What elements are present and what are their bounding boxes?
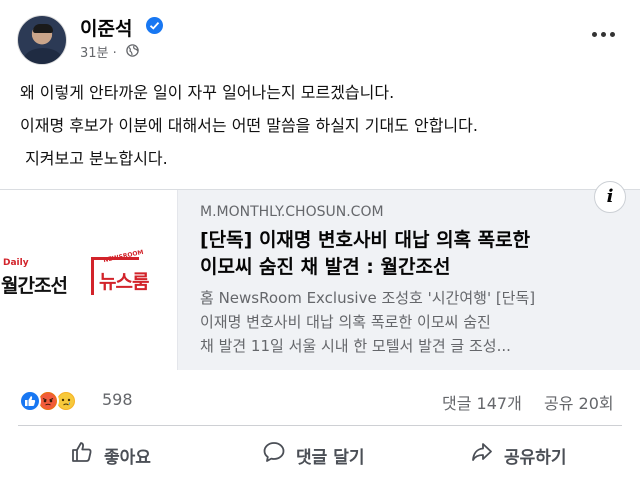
link-desc-line: 이재명 변호사비 대납 의혹 폭로한 이모씨 숨진: [200, 313, 491, 331]
newsroom-text: 뉴스룸: [99, 271, 149, 293]
share-label: 공유하기: [504, 448, 567, 468]
like-button[interactable]: 좋아요: [70, 436, 180, 470]
like-icon: [19, 390, 41, 412]
post-header: 이준석 31분 ·: [0, 0, 640, 70]
link-card-body[interactable]: M.MONTHLY.CHOSUN.COM [단독] 이재명 변호사비 대납 의혹…: [178, 190, 640, 370]
post-stats: 598 댓글 147개 공유 20회: [0, 378, 640, 422]
more-options-icon[interactable]: [590, 24, 618, 44]
comment-label: 댓글 달기: [296, 448, 365, 468]
link-title[interactable]: [단독] 이재명 변호사비 대납 의혹 폭로한 이모씨 숨진 채 발견 : 월간…: [200, 227, 620, 281]
like-label: 좋아요: [104, 448, 151, 468]
post-text-line: 지켜보고 분노합시다.: [20, 149, 168, 168]
link-title-line: 이모씨 숨진 채 발견 : 월간조선: [200, 256, 451, 278]
link-preview-card[interactable]: Daily 월간조선 NEWSROOM 뉴스룸 M.MONTHLY.CHOSUN…: [0, 189, 640, 370]
share-button[interactable]: 공유하기: [470, 436, 600, 470]
avatar-hair: [33, 24, 53, 33]
logo-main-text: 월간조선: [1, 275, 68, 297]
post-text: 왜 이렇게 안타까운 일이 자꾸 일어나는지 모르겠습니다. 이재명 후보가 이…: [20, 76, 620, 175]
link-title-line: [단독] 이재명 변호사비 대납 의혹 폭로한: [200, 229, 531, 251]
link-thumbnail[interactable]: Daily 월간조선 NEWSROOM 뉴스룸: [0, 190, 178, 370]
post-text-line: 왜 이렇게 안타까운 일이 자꾸 일어나는지 모르겠습니다.: [20, 83, 395, 102]
link-description: 홈 NewsRoom Exclusive 조성호 '시간여행' [단독] 이재명…: [200, 286, 630, 358]
shares-count[interactable]: 공유 20회: [544, 390, 614, 414]
comment-icon: [263, 442, 285, 462]
author-name[interactable]: 이준석: [80, 14, 132, 41]
link-desc-line: 채 발견 11일 서울 시내 한 모텔서 발견 글 조성...: [200, 337, 511, 355]
link-domain: M.MONTHLY.CHOSUN.COM: [200, 204, 384, 220]
comments-count[interactable]: 댓글 147개: [442, 390, 522, 414]
logo-daily-text: Daily: [3, 258, 29, 268]
avatar[interactable]: [17, 15, 67, 65]
action-bar: 좋아요 댓글 달기 공유하기: [0, 428, 640, 478]
verified-badge-icon: [146, 17, 163, 34]
reaction-icons[interactable]: [19, 390, 99, 412]
post-text-line: 이재명 후보가 이분에 대해서는 어떤 말씀을 하실지 기대도 안합니다.: [20, 116, 478, 135]
comment-button[interactable]: 댓글 달기: [262, 436, 392, 470]
divider: [18, 425, 622, 426]
thumbs-up-icon: [72, 442, 92, 462]
globe-icon: [126, 44, 139, 57]
avatar-suit: [24, 48, 62, 64]
reaction-count[interactable]: 598: [102, 390, 133, 409]
info-icon[interactable]: i: [594, 181, 626, 213]
link-desc-line: 홈 NewsRoom Exclusive 조성호 '시간여행' [단독]: [200, 289, 536, 307]
share-arrow-icon: [472, 443, 492, 461]
newsroom-logo: NEWSROOM 뉴스룸: [91, 249, 171, 295]
post-timestamp[interactable]: 31분 ·: [80, 42, 117, 61]
